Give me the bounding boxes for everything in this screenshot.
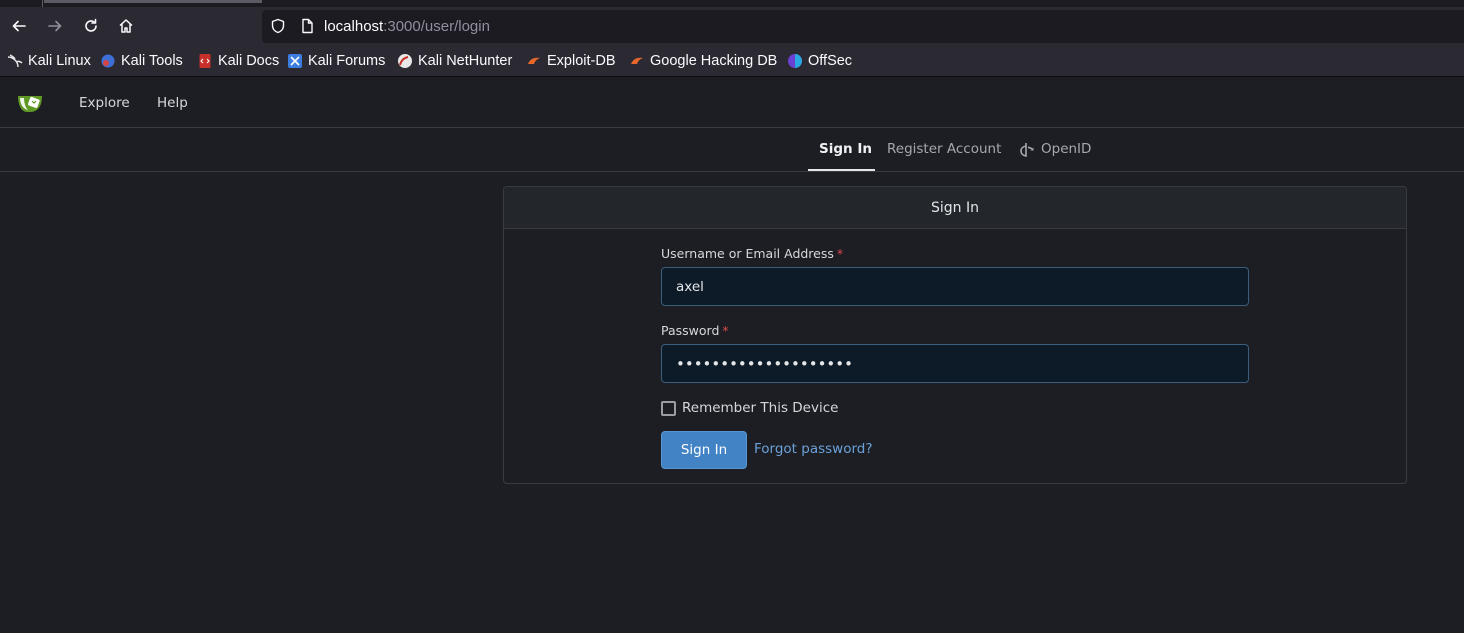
reload-button[interactable] <box>76 11 106 41</box>
nav-help[interactable]: Help <box>157 95 188 111</box>
tab-separator <box>42 0 43 7</box>
browser-navbar: localhost:3000/user/login <box>0 7 1464 45</box>
url-bar[interactable]: localhost:3000/user/login <box>262 10 1464 43</box>
active-tab-indicator[interactable] <box>44 0 262 3</box>
password-label: Password * <box>661 323 729 338</box>
kali-dragon-icon <box>7 54 23 68</box>
bookmark-label: Kali Linux <box>28 53 91 69</box>
active-tab-underline <box>808 169 875 171</box>
auth-tabs: Sign In Register Account OpenID <box>0 128 1464 172</box>
bookmark-label: OffSec <box>808 53 853 69</box>
arrow-left-icon <box>12 20 26 32</box>
bookmarks-toolbar: Kali Linux Kali Tools Kali Docs Kali For… <box>0 45 1464 77</box>
bookmark-kali-nethunter[interactable]: Kali NetHunter <box>397 52 512 70</box>
url-path: :3000/user/login <box>383 18 490 35</box>
username-label-text: Username or Email Address <box>661 246 834 261</box>
bookmark-offsec[interactable]: OffSec <box>787 52 852 70</box>
tab-sign-in[interactable]: Sign In <box>819 141 872 157</box>
home-logo[interactable] <box>17 91 49 119</box>
required-mark: * <box>722 323 729 338</box>
bookmark-label: Kali NetHunter <box>418 53 513 69</box>
forgot-password-link[interactable]: Forgot password? <box>754 441 873 457</box>
gitea-logo-icon <box>18 96 42 112</box>
url-host: localhost <box>324 18 384 35</box>
bookmark-label: Exploit-DB <box>547 53 616 69</box>
tab-register-account[interactable]: Register Account <box>887 141 1001 157</box>
bookmark-label: Google Hacking DB <box>650 53 778 69</box>
home-button[interactable] <box>111 11 141 41</box>
forward-button[interactable] <box>40 11 70 41</box>
tab-openid[interactable]: OpenID <box>1019 141 1091 157</box>
kali-forums-icon <box>288 54 302 68</box>
bookmark-google-hacking-db[interactable]: Google Hacking DB <box>629 52 777 70</box>
username-label: Username or Email Address * <box>661 246 843 261</box>
reload-icon <box>85 18 97 32</box>
bookmark-kali-tools[interactable]: Kali Tools <box>100 52 183 70</box>
remember-device-checkbox[interactable] <box>661 400 676 416</box>
home-icon <box>119 19 133 33</box>
bookmark-label: Kali Forums <box>308 53 386 69</box>
remember-device-label[interactable]: Remember This Device <box>682 400 838 416</box>
remember-device-row[interactable]: Remember This Device <box>661 400 838 416</box>
tab-openid-label: OpenID <box>1041 141 1092 157</box>
app-header: Explore Help <box>0 78 1464 128</box>
kali-docs-icon <box>199 54 211 68</box>
bookmark-label: Kali Tools <box>121 53 183 69</box>
bookmark-exploit-db[interactable]: Exploit-DB <box>526 52 616 70</box>
bookmark-label: Kali Docs <box>218 53 280 69</box>
sign-in-card: Sign In Username or Email Address* Passw… <box>503 186 1407 484</box>
offsec-icon <box>788 54 802 68</box>
password-field[interactable] <box>661 344 1249 383</box>
sign-in-button[interactable]: Sign In <box>661 431 747 469</box>
password-label-text: Password <box>661 323 720 338</box>
back-button[interactable] <box>4 11 34 41</box>
browser-tab-strip <box>0 0 1464 7</box>
url-text[interactable]: localhost:3000/user/login <box>324 18 490 35</box>
ghdb-icon <box>631 57 643 64</box>
kali-nethunter-icon <box>398 54 412 68</box>
kali-tools-icon <box>101 54 115 68</box>
tracking-protection-shield-icon[interactable] <box>270 18 286 38</box>
page-info-icon[interactable] <box>299 18 315 38</box>
password-input[interactable] <box>662 345 1248 382</box>
bookmark-kali-docs[interactable]: Kali Docs <box>197 52 279 70</box>
arrow-right-icon <box>48 20 62 32</box>
nav-explore[interactable]: Explore <box>79 95 130 111</box>
exploit-db-icon <box>528 57 540 64</box>
card-title: Sign In <box>931 200 979 216</box>
username-field[interactable] <box>661 267 1249 306</box>
required-mark: * <box>836 246 844 261</box>
card-header: Sign In <box>504 187 1406 229</box>
bookmark-kali-linux[interactable]: Kali Linux <box>7 52 91 70</box>
username-input[interactable] <box>662 268 1248 305</box>
openid-icon <box>1020 143 1034 157</box>
bookmark-kali-forums[interactable]: Kali Forums <box>287 52 385 70</box>
